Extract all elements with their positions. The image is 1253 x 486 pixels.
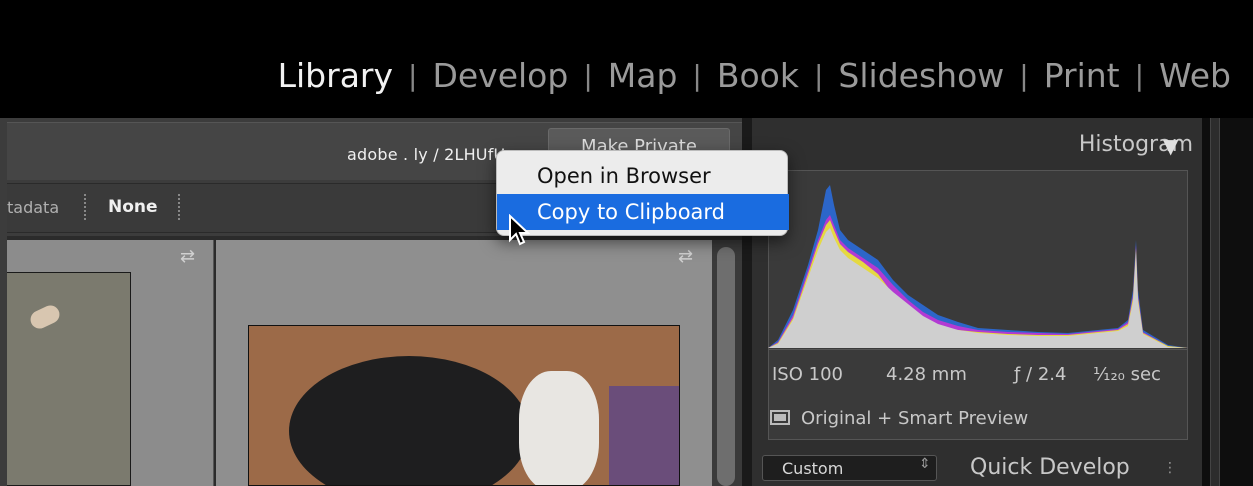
stepper-arrows-icon: ⇕ [919, 456, 931, 472]
smart-preview-icon [770, 410, 790, 425]
menu-item-open-in-browser[interactable]: Open in Browser [497, 158, 789, 194]
mouse-cursor-icon [509, 214, 530, 246]
module-print[interactable]: Print [1029, 56, 1135, 95]
grid-scrollbar-thumb[interactable] [717, 247, 735, 486]
module-separator: | [692, 59, 702, 92]
sync-arrow-icon[interactable]: ⇄ [678, 246, 693, 267]
module-separator: | [813, 59, 824, 92]
right-panel-edge [1202, 118, 1253, 486]
context-menu: Open in Browser Copy to Clipboard [496, 150, 789, 236]
quick-develop-preset-value: Custom [782, 459, 844, 478]
photo-thumbnail[interactable] [7, 272, 131, 486]
exif-focal-length: 4.28 mm [886, 364, 967, 385]
filter-divider [178, 194, 180, 220]
module-separator: | [1134, 59, 1145, 92]
panel-scroll-strip[interactable] [1210, 118, 1220, 486]
module-web[interactable]: Web [1144, 56, 1231, 95]
exif-shutter-speed: ¹⁄₁₂₀ sec [1093, 364, 1161, 385]
exif-iso: ISO 100 [772, 364, 843, 385]
module-book[interactable]: Book [702, 56, 814, 95]
photo-detail [609, 386, 679, 485]
published-url[interactable]: adobe . ly / 2LHUfUz [347, 145, 514, 164]
menu-item-copy-to-clipboard[interactable]: Copy to Clipboard [497, 194, 789, 230]
module-map[interactable]: Map [593, 56, 693, 95]
module-separator: | [1019, 59, 1029, 92]
filter-metadata-tab[interactable]: tadata [7, 198, 59, 217]
filter-divider [84, 194, 86, 220]
panel-options-icon[interactable]: ⋮ [1163, 460, 1177, 476]
module-list: Library | Develop | Map | Book | Slidesh… [263, 56, 1231, 95]
histogram-curve [768, 185, 1188, 348]
sync-arrow-icon[interactable]: ⇄ [180, 246, 195, 267]
photo-detail [519, 371, 599, 485]
module-library[interactable]: Library [263, 56, 408, 95]
module-develop[interactable]: Develop [417, 56, 583, 95]
module-picker-bar: Library | Develop | Map | Book | Slidesh… [0, 0, 1253, 118]
preview-status-label: Original + Smart Preview [801, 408, 1029, 429]
module-separator: | [408, 59, 418, 92]
triangle-down-icon[interactable]: ▼ [1163, 134, 1178, 158]
quick-develop-title[interactable]: Quick Develop [970, 455, 1130, 480]
filter-none-tab[interactable]: None [108, 197, 158, 217]
photo-thumbnail[interactable] [248, 325, 680, 486]
module-separator: | [583, 59, 593, 92]
exif-aperture: ƒ / 2.4 [1014, 364, 1067, 385]
module-slideshow[interactable]: Slideshow [823, 56, 1019, 95]
